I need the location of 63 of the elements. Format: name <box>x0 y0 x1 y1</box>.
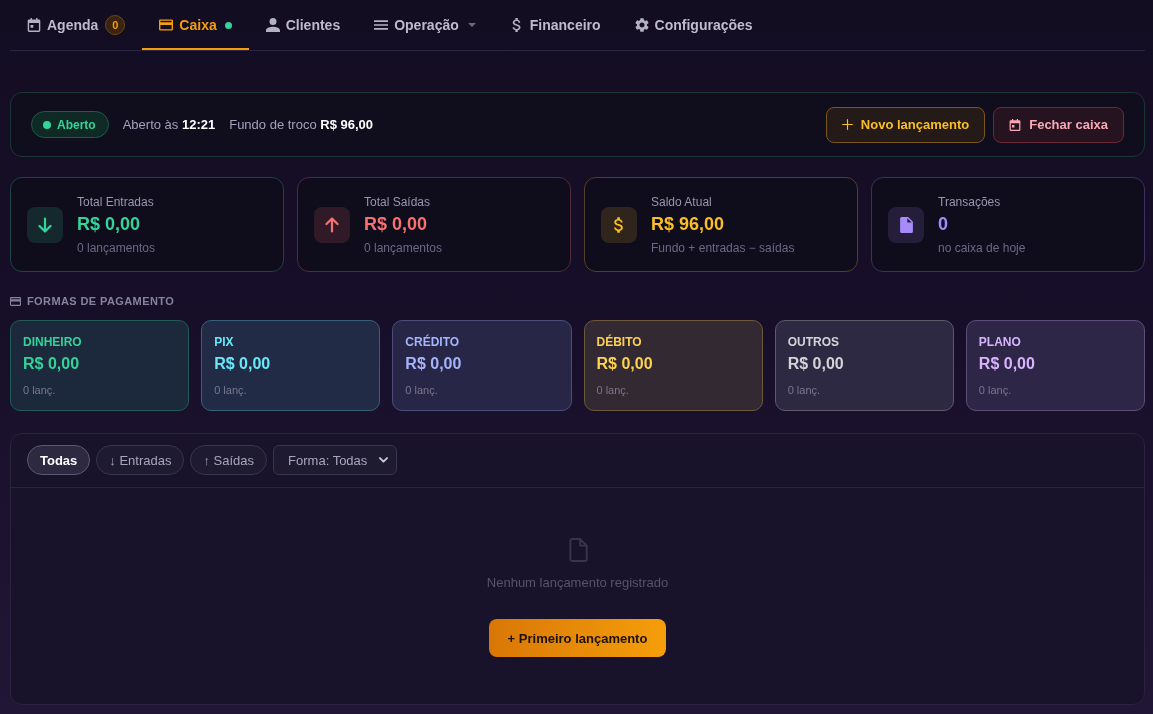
credit-card-icon <box>10 296 21 306</box>
status-badge: Aberto <box>31 111 109 138</box>
document-icon <box>567 538 588 562</box>
stat-note: 0 lançamentos <box>364 239 443 256</box>
stat-label: Total Saídas <box>364 193 432 210</box>
filter-chip[interactable]: ↓ Entradas <box>96 445 185 475</box>
method-select[interactable]: Forma: Todas <box>273 445 398 475</box>
payment-label: PIX <box>214 334 235 350</box>
document-icon <box>888 206 924 243</box>
payment-amount: R$ 0,00 <box>787 354 845 374</box>
payment-label: DINHEIRO <box>23 334 83 350</box>
stat-value: R$ 0,00 <box>77 212 142 235</box>
chevron-down-icon <box>379 457 389 463</box>
menu-icon <box>374 18 389 32</box>
count-badge: 0 <box>105 15 126 35</box>
credit-card-icon <box>159 18 174 32</box>
calendar-icon <box>1009 118 1022 131</box>
person-icon <box>265 18 280 32</box>
filter-chip[interactable]: Todas <box>27 445 91 475</box>
payment-label: CRÉDITO <box>405 334 461 350</box>
dollar-icon <box>601 206 637 243</box>
nav-tab[interactable]: Operação <box>357 0 493 50</box>
payment-count: 0 lanç. <box>214 383 248 397</box>
payment-count: 0 lanç. <box>978 383 1013 397</box>
change-fund-text: Fundo de troco R$ 96,00 <box>229 117 373 132</box>
first-entry-button[interactable]: + Primeiro lançamento <box>488 619 667 657</box>
nav-tab[interactable]: Financeiro <box>492 0 618 50</box>
payment-count: 0 lanç. <box>405 383 439 397</box>
empty-message: Nenhum lançamento registrado <box>486 575 669 591</box>
stat-note: 0 lançamentos <box>77 239 156 256</box>
filter-chip[interactable]: ↑ Saídas <box>190 445 268 475</box>
plus-icon <box>841 119 853 130</box>
stat-label: Total Entradas <box>77 193 155 210</box>
payment-amount: R$ 0,00 <box>978 354 1036 374</box>
section-title: FORMAS DE PAGAMENTO <box>27 294 175 308</box>
payment-count: 0 lanç. <box>787 383 822 397</box>
payment-label: OUTROS <box>787 334 840 350</box>
nav-tab[interactable]: Agenda 0 <box>10 0 143 50</box>
payment-count: 0 lanç. <box>596 383 630 397</box>
stat-value: R$ 0,00 <box>364 212 429 235</box>
settings-icon <box>634 18 649 32</box>
calendar-icon <box>27 18 41 32</box>
stat-label: Transações <box>938 193 1002 210</box>
nav-tab[interactable]: Caixa <box>142 0 249 50</box>
arrow-up-icon <box>314 206 350 243</box>
stat-label: Saldo Atual <box>651 193 713 210</box>
new-entry-button[interactable]: Novo lançamento <box>825 106 986 143</box>
opened-time-text: Aberto às 12:21 <box>122 117 216 132</box>
payment-amount: R$ 0,00 <box>23 354 81 374</box>
stat-note: Fundo + entradas − saídas <box>651 239 795 256</box>
nav-tab[interactable]: Clientes <box>248 0 358 50</box>
stat-value: R$ 96,00 <box>651 212 726 235</box>
stat-value: 0 <box>938 212 949 235</box>
payment-label: DÉBITO <box>596 334 643 350</box>
payment-amount: R$ 0,00 <box>405 354 463 374</box>
stat-note: no caixa de hoje <box>938 239 1026 256</box>
arrow-down-icon <box>27 206 63 243</box>
payment-amount: R$ 0,00 <box>214 354 272 374</box>
close-register-button[interactable]: Fechar caixa <box>993 106 1124 143</box>
nav-tab[interactable]: Configurações <box>617 0 770 50</box>
payment-count: 0 lanç. <box>23 383 57 397</box>
payment-amount: R$ 0,00 <box>596 354 654 374</box>
payment-label: PLANO <box>978 334 1022 350</box>
